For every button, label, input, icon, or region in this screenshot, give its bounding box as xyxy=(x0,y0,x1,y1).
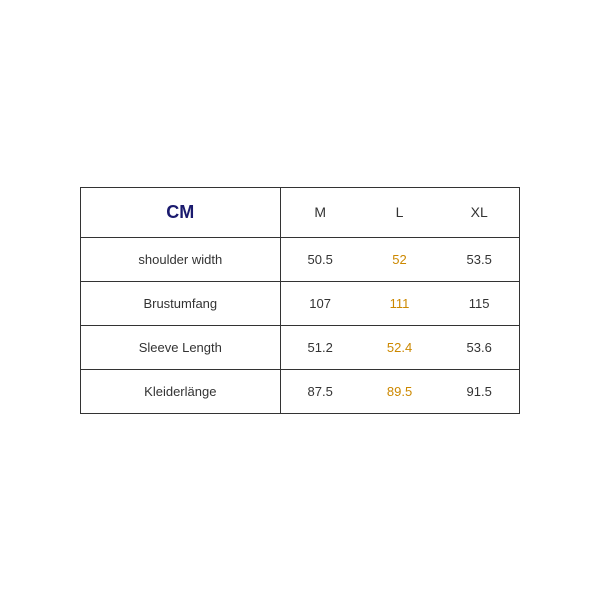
val-l: 52.4 xyxy=(360,325,440,369)
val-l: 111 xyxy=(360,281,440,325)
size-chart-container: CM M L XL shoulder width50.55253.5Brustu… xyxy=(80,187,520,414)
val-xl: 53.5 xyxy=(439,237,519,281)
m-header: M xyxy=(280,188,360,238)
xl-header: XL xyxy=(439,188,519,238)
val-xl: 115 xyxy=(439,281,519,325)
val-m: 107 xyxy=(280,281,360,325)
cm-header: CM xyxy=(81,188,280,238)
val-xl: 53.6 xyxy=(439,325,519,369)
table-row: Kleiderlänge87.589.591.5 xyxy=(81,369,519,413)
val-l: 52 xyxy=(360,237,440,281)
val-m: 87.5 xyxy=(280,369,360,413)
val-l: 89.5 xyxy=(360,369,440,413)
table-row: shoulder width50.55253.5 xyxy=(81,237,519,281)
val-m: 51.2 xyxy=(280,325,360,369)
row-label: Kleiderlänge xyxy=(81,369,280,413)
table-row: Sleeve Length51.252.453.6 xyxy=(81,325,519,369)
val-xl: 91.5 xyxy=(439,369,519,413)
l-header: L xyxy=(360,188,440,238)
row-label: Brustumfang xyxy=(81,281,280,325)
row-label: Sleeve Length xyxy=(81,325,280,369)
val-m: 50.5 xyxy=(280,237,360,281)
table-row: Brustumfang107111115 xyxy=(81,281,519,325)
size-table: CM M L XL shoulder width50.55253.5Brustu… xyxy=(81,188,519,413)
row-label: shoulder width xyxy=(81,237,280,281)
